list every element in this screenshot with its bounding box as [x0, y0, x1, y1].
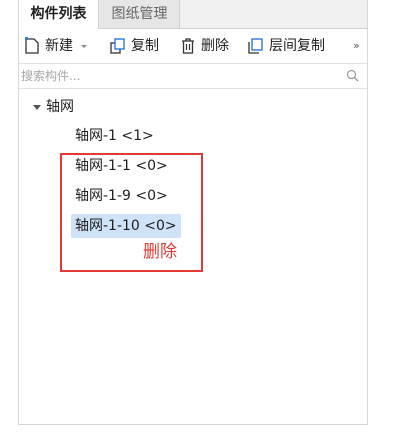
tree-item-axis-1[interactable]: 轴网-1 <1> [71, 124, 158, 148]
layer-copy-button-label: 层间复制 [269, 38, 325, 54]
caret-down-icon[interactable] [33, 104, 41, 110]
delete-button-label: 删除 [201, 38, 229, 54]
copy-button[interactable]: 复制 [109, 36, 159, 56]
tab-drawing-management[interactable]: 图纸管理 [100, 0, 180, 28]
copy-icon [110, 38, 125, 54]
tab-bar: 构件列表 图纸管理 [19, 0, 367, 29]
annotation-delete-text: 删除 [143, 242, 177, 262]
new-document-icon [25, 37, 39, 54]
search-icon[interactable] [346, 69, 359, 82]
copy-button-label: 复制 [131, 38, 159, 54]
annotation-highlight-box [60, 153, 203, 272]
layer-copy-button[interactable]: 层间复制 [247, 36, 325, 56]
search-bar [19, 64, 367, 89]
toolbar: 新建 复制 删除 层间复制 » [19, 29, 367, 64]
new-button[interactable]: 新建 [23, 36, 93, 56]
new-button-label: 新建 [45, 38, 73, 54]
tree-node-label: 轴网 [46, 99, 74, 115]
delete-button[interactable]: 删除 [179, 36, 229, 56]
tab-component-list[interactable]: 构件列表 [19, 0, 99, 29]
trash-icon [182, 38, 194, 54]
search-input[interactable] [21, 66, 331, 86]
layer-copy-icon [248, 38, 263, 54]
chevron-down-icon[interactable] [79, 41, 89, 51]
toolbar-more-button[interactable]: » [353, 36, 360, 56]
tree-node-axis-grid[interactable]: 轴网 [33, 95, 74, 119]
